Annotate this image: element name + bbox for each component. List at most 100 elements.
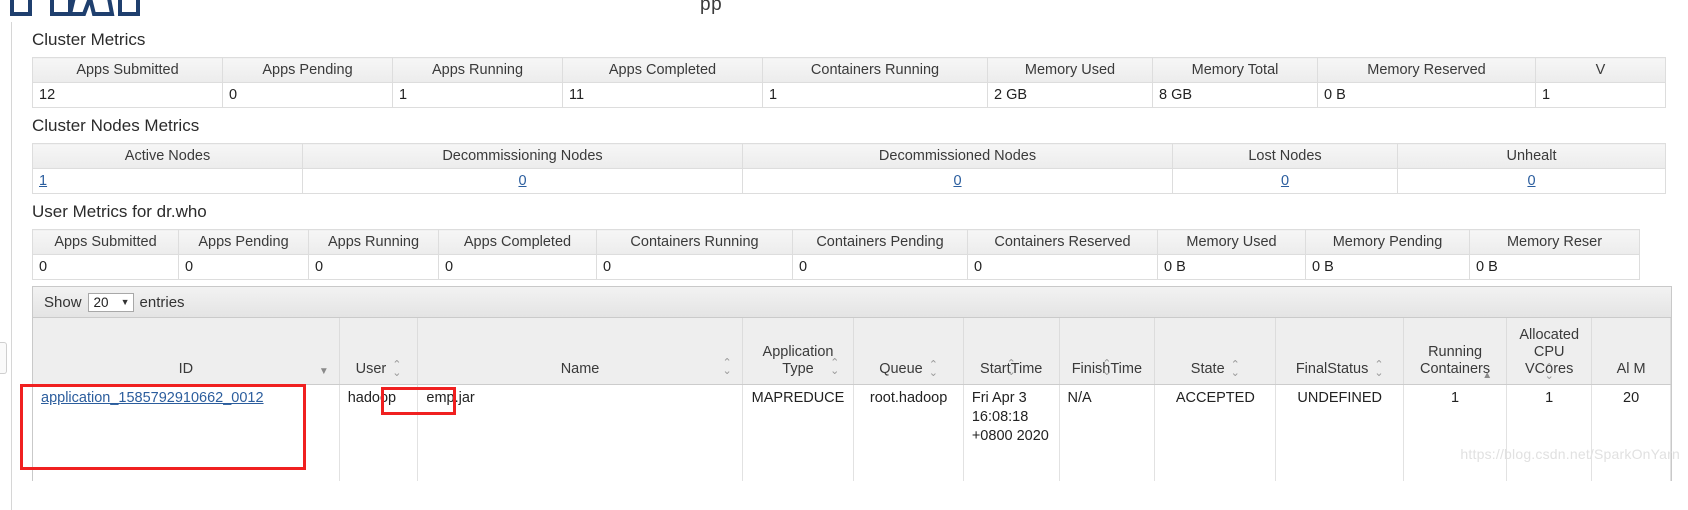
val-apps-submitted: 12 <box>32 82 223 108</box>
col-apps-submitted: Apps Submitted <box>32 57 223 83</box>
th-finalstatus[interactable]: FinalStatus <box>1275 318 1405 385</box>
cell-allocated-memory: 20 <box>1591 384 1671 481</box>
val-vcores-truncated: 1 <box>1535 82 1666 108</box>
col-user-apps-running: Apps Running <box>308 229 439 255</box>
watermark-text: https://blog.csdn.net/SparkOnYarn <box>1460 446 1680 462</box>
val-user-containers-pending: 0 <box>792 254 968 280</box>
applications-header-row: ID ▼ User Name Application Type <box>33 318 1671 385</box>
decommissioning-nodes-link[interactable]: 0 <box>518 173 526 189</box>
val-user-memory-pending: 0 B <box>1305 254 1470 280</box>
lost-nodes-link[interactable]: 0 <box>1281 173 1289 189</box>
cell-id[interactable]: application_1585792910662_0012 <box>33 384 340 481</box>
val-active-nodes[interactable]: 1 <box>32 168 303 194</box>
cell-application-type: MAPREDUCE <box>742 384 855 481</box>
user-metrics-table: Apps Submitted Apps Pending Apps Running… <box>32 229 1640 280</box>
th-queue[interactable]: Queue <box>853 318 964 385</box>
show-label: Show <box>44 293 82 311</box>
col-apps-running: Apps Running <box>392 57 563 83</box>
page-left-border <box>0 22 12 510</box>
th-running-containers[interactable]: Running Containers ▲ <box>1403 318 1508 385</box>
val-containers-running: 1 <box>762 82 988 108</box>
cell-user: hadoop <box>339 384 419 481</box>
col-user-containers-pending: Containers Pending <box>792 229 968 255</box>
col-lost-nodes: Lost Nodes <box>1172 143 1398 169</box>
th-allocated-memory-label: Al M <box>1616 360 1646 377</box>
col-user-containers-reserved: Containers Reserved <box>967 229 1158 255</box>
val-apps-pending: 0 <box>222 82 393 108</box>
active-nodes-link[interactable]: 1 <box>39 173 47 189</box>
sort-both-icon[interactable] <box>1231 360 1240 379</box>
datatable-toolbar: Show 20 ▼ entries <box>33 287 1671 318</box>
th-state[interactable]: State <box>1154 318 1277 385</box>
th-name[interactable]: Name <box>417 318 743 385</box>
val-lost-nodes[interactable]: 0 <box>1172 168 1398 194</box>
sort-desc-icon[interactable]: ▼ <box>319 366 329 377</box>
cell-name: emp.jar <box>417 384 743 481</box>
th-state-label: State <box>1190 360 1225 377</box>
col-decommissioned-nodes: Decommissioned Nodes <box>742 143 1173 169</box>
val-user-memory-reserved: 0 B <box>1469 254 1640 280</box>
th-starttime[interactable]: StartTime <box>963 318 1060 385</box>
col-active-nodes: Active Nodes <box>32 143 303 169</box>
col-decommissioning-nodes: Decommissioning Nodes <box>302 143 743 169</box>
application-id-link[interactable]: application_1585792910662_0012 <box>41 390 264 406</box>
col-apps-completed: Apps Completed <box>562 57 763 83</box>
col-user-memory-reserved-truncated: Memory Reser <box>1469 229 1640 255</box>
cell-queue: root.hadoop <box>853 384 964 481</box>
th-allocated-cpu-vcores[interactable]: Allocated CPU VCores <box>1506 318 1593 385</box>
val-user-apps-running: 0 <box>308 254 439 280</box>
col-memory-used: Memory Used <box>987 57 1153 83</box>
collapsed-side-tab[interactable] <box>0 342 7 374</box>
sort-both-icon[interactable] <box>1007 359 1016 378</box>
col-user-apps-submitted: Apps Submitted <box>32 229 179 255</box>
col-user-apps-pending: Apps Pending <box>178 229 309 255</box>
th-application-type[interactable]: Application Type <box>742 318 855 385</box>
sort-asc-icon[interactable]: ▲ <box>1482 370 1492 381</box>
th-allocated-memory-truncated[interactable]: Al M <box>1591 318 1671 385</box>
sort-both-icon[interactable] <box>722 358 731 377</box>
val-user-containers-running: 0 <box>596 254 793 280</box>
table-row[interactable]: application_1585792910662_0012 hadoop em… <box>33 384 1671 481</box>
val-apps-running: 1 <box>392 82 563 108</box>
col-user-memory-used: Memory Used <box>1157 229 1306 255</box>
sort-both-icon[interactable] <box>929 360 938 379</box>
cluster-nodes-value-row: 1 0 0 0 0 <box>32 168 1666 194</box>
applications-table: ID ▼ User Name Application Type <box>33 318 1671 481</box>
cell-allocated-cpu-vcores: 1 <box>1506 384 1593 481</box>
val-decommissioning-nodes[interactable]: 0 <box>302 168 743 194</box>
val-unhealthy-nodes[interactable]: 0 <box>1397 168 1666 194</box>
user-metrics-value-row: 0 0 0 0 0 0 0 0 B 0 B 0 B <box>32 254 1640 280</box>
sort-both-icon[interactable] <box>392 360 401 379</box>
sort-both-icon[interactable] <box>1545 363 1554 382</box>
th-user-label: User <box>355 360 387 377</box>
page-size-select[interactable]: 20 ▼ <box>87 292 134 312</box>
decommissioned-nodes-link[interactable]: 0 <box>953 173 961 189</box>
unhealthy-nodes-link[interactable]: 0 <box>1527 173 1535 189</box>
th-finishtime[interactable]: FinishTime <box>1059 318 1156 385</box>
val-user-apps-pending: 0 <box>178 254 309 280</box>
th-id[interactable]: ID ▼ <box>33 318 340 385</box>
th-user[interactable]: User <box>339 318 419 385</box>
page-size-value: 20 <box>93 294 109 310</box>
cluster-nodes-metrics-title: Cluster Nodes Metrics <box>32 116 200 135</box>
sort-both-icon[interactable] <box>830 358 839 377</box>
col-unhealthy-nodes-truncated: Unhealt <box>1397 143 1666 169</box>
cluster-metrics-table: Apps Submitted Apps Pending Apps Running… <box>32 57 1666 108</box>
val-memory-used: 2 GB <box>987 82 1153 108</box>
sort-both-icon[interactable] <box>1374 360 1383 379</box>
cell-finishtime: N/A <box>1059 384 1156 481</box>
val-user-containers-reserved: 0 <box>967 254 1158 280</box>
cell-finalstatus: UNDEFINED <box>1275 384 1405 481</box>
val-decommissioned-nodes[interactable]: 0 <box>742 168 1173 194</box>
cell-starttime: Fri Apr 3 16:08:18 +0800 2020 <box>963 384 1060 481</box>
val-memory-reserved: 0 B <box>1317 82 1536 108</box>
user-metrics-title: User Metrics for dr.who <box>32 202 207 221</box>
chevron-down-icon: ▼ <box>120 296 130 307</box>
th-finalstatus-label: FinalStatus <box>1295 360 1369 377</box>
user-metrics-header-row: Apps Submitted Apps Pending Apps Running… <box>32 229 1640 255</box>
sort-both-icon[interactable] <box>1102 359 1111 378</box>
th-queue-label: Queue <box>879 360 923 377</box>
val-apps-completed: 11 <box>562 82 763 108</box>
col-user-apps-completed: Apps Completed <box>438 229 597 255</box>
th-id-label: ID <box>178 360 194 377</box>
